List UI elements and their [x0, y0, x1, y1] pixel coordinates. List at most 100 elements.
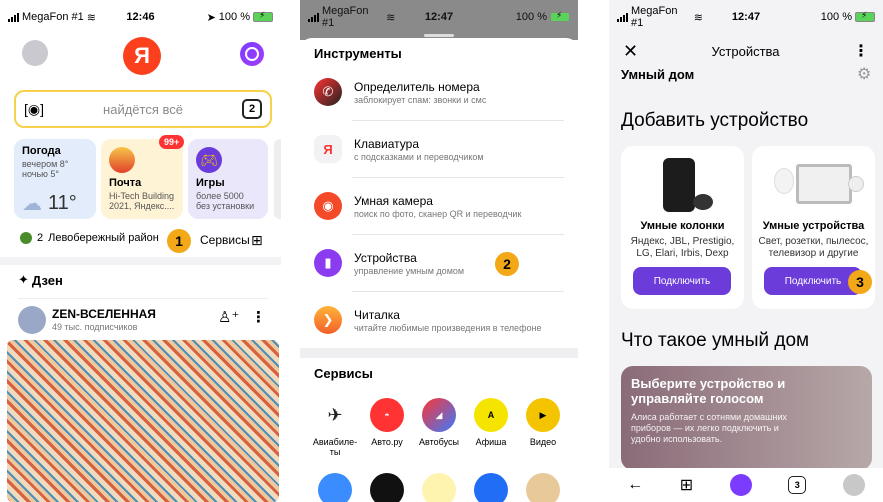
- clock: 12:46: [126, 11, 155, 23]
- camera-scan-icon[interactable]: [◉]: [24, 101, 44, 118]
- car-icon: ◓: [370, 398, 404, 432]
- search-placeholder: найдётся всё: [103, 101, 183, 117]
- status-bar: MegaFon #1 ≋ 12:46 ➤ 100 %: [0, 0, 281, 34]
- games-title: Игры: [196, 177, 225, 189]
- mail-card[interactable]: Почта Hi-Tech Building 2021, Яндекс....: [101, 139, 183, 219]
- speakers-card[interactable]: Умные колонки Яндекс, JBL, Prestigio, LG…: [621, 146, 744, 309]
- signal-icon: [8, 12, 19, 22]
- keyboard-icon: Я: [314, 135, 342, 163]
- location-arrow-icon: ➤: [206, 11, 216, 24]
- service-label: Авто.ру: [371, 437, 403, 447]
- alice-icon[interactable]: [240, 42, 264, 66]
- promo-title: Выберите устройство и управляйте голосом: [631, 376, 786, 406]
- service-video[interactable]: ▶ Видео: [518, 398, 568, 447]
- compass-icon[interactable]: [318, 473, 352, 502]
- yandex-logo-icon: Я: [123, 37, 161, 75]
- wifi-icon: ≋: [693, 11, 703, 24]
- promo-banner[interactable]: Выберите устройство и управляйте голосом…: [621, 366, 872, 470]
- app-header: ✕ Устройства ⋮: [609, 34, 883, 68]
- next-card-peek: [274, 139, 281, 219]
- sheet-handle[interactable]: [424, 34, 454, 37]
- alice-button[interactable]: [729, 474, 752, 496]
- more-icon[interactable]: ⋮: [251, 308, 266, 326]
- gear-icon[interactable]: ⚙: [857, 64, 871, 84]
- cloud-icon: ☁: [22, 193, 42, 215]
- location-count: 2: [37, 232, 44, 244]
- services-link[interactable]: Сервисы: [200, 233, 250, 247]
- close-icon[interactable]: ✕: [623, 41, 638, 62]
- mail-icon: [109, 147, 135, 173]
- signal-icon: [617, 12, 628, 22]
- speakers-title: Умные колонки: [640, 220, 725, 232]
- carrier: MegaFon #1: [631, 5, 678, 29]
- tool-keyboard[interactable]: Я Клавиатура с подсказками и переводчиком: [314, 121, 564, 177]
- back-icon[interactable]: ←: [627, 476, 643, 494]
- tool-title: Умная камера: [354, 193, 433, 208]
- what-is-title: Что такое умный дом: [621, 330, 810, 351]
- add-device-title: Добавить устройство: [621, 110, 809, 131]
- tabs-count-button[interactable]: 3: [788, 476, 807, 494]
- screen-yandex-home: MegaFon #1≋ 12:46 ➤100 % Я [◉] найдётся …: [0, 0, 281, 502]
- dzen-label: Дзен: [31, 272, 63, 288]
- step-marker: 1: [167, 229, 191, 253]
- tool-devices[interactable]: ▮ Устройства управление умным домом: [314, 235, 564, 291]
- box-icon[interactable]: [526, 473, 560, 502]
- tool-caller-id[interactable]: ✆ Определитель номера заблокирует спам: з…: [314, 64, 564, 120]
- connect-speakers-button[interactable]: Подключить: [633, 267, 731, 295]
- service-buses[interactable]: ◢ Автобусы: [414, 398, 464, 447]
- carrier: MegaFon #1: [22, 11, 84, 23]
- status-bar: MegaFon #1 ≋ 12:47 100 %: [609, 0, 883, 34]
- bottom-nav: ← ⊞ 3: [609, 468, 883, 502]
- location-district[interactable]: Левобережный район: [48, 232, 159, 244]
- speaker-image: [653, 158, 713, 214]
- devices-icon: ▮: [314, 249, 342, 277]
- profile-avatar[interactable]: [842, 474, 865, 496]
- search-input[interactable]: [◉] найдётся всё 2: [14, 90, 272, 128]
- channel-avatar[interactable]: [18, 306, 46, 334]
- gamepad-icon: 🎮︎: [196, 147, 222, 173]
- tool-title: Устройства: [354, 250, 417, 265]
- clock: 12:47: [424, 11, 454, 23]
- avatar[interactable]: [22, 40, 48, 66]
- service-afisha[interactable]: A Афиша: [466, 398, 516, 447]
- dzen-header[interactable]: ✦ Дзен: [18, 272, 63, 288]
- channel-subscribers: 49 тыс. подписчиков: [52, 322, 138, 332]
- divider: [18, 298, 268, 299]
- channel-name[interactable]: ZEN-ВСЕЛЕННАЯ: [52, 307, 156, 321]
- battery-percent: 100 %: [218, 11, 250, 23]
- service-autoru[interactable]: ◓ Авто.ру: [362, 398, 412, 447]
- devices-sub: Свет, розетки, пылесос, телевизор и друг…: [758, 236, 869, 259]
- games-card[interactable]: 🎮︎ Игры более 5000 без установки: [188, 139, 268, 219]
- service-avia[interactable]: ✈ Авиабиле-ты: [310, 398, 360, 457]
- subscribe-icon[interactable]: ♙⁺: [218, 308, 239, 326]
- zen-icon[interactable]: [370, 473, 404, 502]
- tool-reader[interactable]: ❯ Читалка читайте любимые произведения в …: [314, 292, 564, 348]
- battery-icon: [252, 10, 273, 22]
- weather-card[interactable]: Погода вечером 8° ночью 5° ☁ 11°: [14, 139, 96, 219]
- battery-icon: [855, 10, 875, 22]
- service-label: Автобусы: [419, 437, 459, 447]
- more-icon[interactable]: ⋮: [853, 41, 869, 61]
- service-label: Афиша: [475, 437, 507, 447]
- grid-icon[interactable]: ⊞: [680, 475, 693, 495]
- devices-image: [764, 160, 864, 214]
- notes-icon[interactable]: [422, 473, 456, 502]
- screen-devices: MegaFon #1 ≋ 12:47 100 % ✕ Устройства ⋮ У…: [609, 0, 883, 502]
- feed-image[interactable]: [7, 340, 279, 502]
- tool-sub: читайте любимые произведения в телефоне: [354, 322, 542, 333]
- clock: 12:47: [731, 11, 761, 23]
- divider: [0, 257, 281, 265]
- globe-icon: [20, 232, 32, 244]
- signal-icon: [308, 12, 319, 22]
- tabs-count-button[interactable]: 2: [242, 99, 262, 119]
- mail-title: Почта: [109, 177, 142, 189]
- wifi-icon: ≋: [386, 11, 396, 24]
- grid-icon[interactable]: ⊞: [251, 232, 263, 249]
- status-bar: MegaFon #1 ≋ 12:47 100 %: [300, 0, 578, 34]
- mail-preview: Hi-Tech Building 2021, Яндекс....: [109, 191, 175, 211]
- section-tools-title: Инструменты: [314, 46, 402, 61]
- mail-unread-badge: 99+: [159, 135, 185, 149]
- games-sub: более 5000 без установки: [196, 191, 255, 211]
- disk-icon[interactable]: [474, 473, 508, 502]
- tool-smart-camera[interactable]: ◉ Умная камера поиск по фото, сканер QR и…: [314, 178, 564, 234]
